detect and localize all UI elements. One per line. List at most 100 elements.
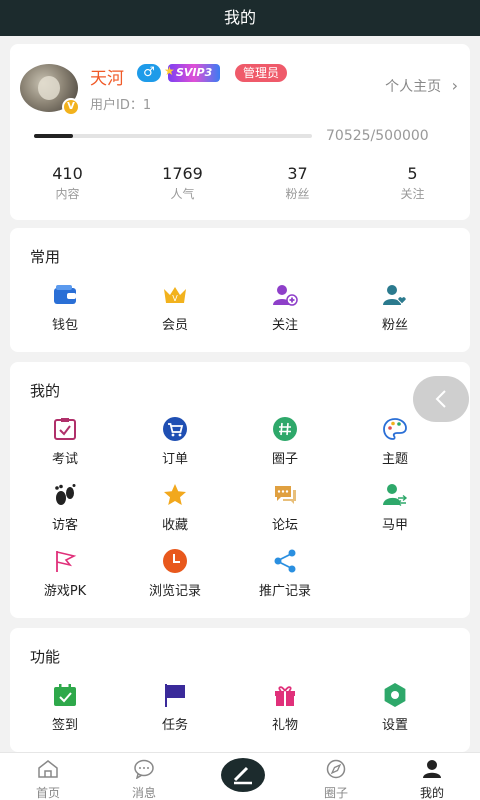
verified-badge: V	[62, 98, 80, 116]
grid-item-label: 关注	[271, 318, 298, 333]
compass-icon	[326, 759, 346, 779]
stat-popularity[interactable]: 1769 人气	[125, 164, 240, 202]
grid-item-label: 游戏PK	[43, 584, 87, 599]
stat-fans[interactable]: 37 粉丝	[240, 164, 355, 202]
chevron-left-icon	[435, 390, 446, 408]
svg-text:V: V	[172, 294, 178, 303]
message-icon	[134, 759, 154, 780]
grid-item-forum[interactable]: 论坛	[230, 482, 340, 548]
exam-icon	[54, 418, 76, 440]
male-gender-icon: ♂	[137, 64, 161, 82]
level-progress-fill	[34, 134, 74, 138]
common-section: 常用 钱包 V 会员 关注 粉丝	[10, 228, 470, 352]
nav-messages[interactable]: 消息	[96, 753, 192, 800]
grid-item-label: 粉丝	[381, 318, 408, 333]
chat-icon	[275, 486, 296, 504]
grid-item-settings[interactable]: 设置	[340, 682, 450, 748]
user-id: 用户ID：1	[90, 98, 152, 113]
nav-compose[interactable]	[192, 753, 288, 800]
grid-item-label: 考试	[51, 452, 78, 467]
stat-value: 1769	[162, 164, 203, 183]
grid-item-history[interactable]: 浏览记录	[120, 548, 230, 614]
function-grid: 签到 任务 礼物 设置	[10, 682, 470, 748]
section-title: 功能	[30, 648, 61, 666]
grid-item-circle[interactable]: 圈子	[230, 416, 340, 482]
profile-card: V 天河 ♂ SVIP3 管理员 用户ID：1 个人主页 › 70525/500…	[10, 44, 470, 220]
wallet-icon	[54, 285, 76, 304]
gift-icon	[275, 686, 295, 706]
grid-item-wallet[interactable]: 钱包	[10, 282, 120, 348]
flag-icon	[56, 551, 77, 572]
stat-label: 人气	[170, 187, 195, 201]
section-title: 常用	[30, 248, 61, 266]
grid-item-label: 设置	[381, 718, 408, 733]
grid-item-exam[interactable]: 考试	[10, 416, 120, 482]
stat-content[interactable]: 410 内容	[10, 164, 125, 202]
stat-value: 37	[287, 164, 308, 183]
grid-item-label: 会员	[161, 318, 188, 333]
profile-stats: 410 内容 1769 人气 37 粉丝 5 关注	[10, 164, 470, 202]
user-heart-icon	[383, 285, 407, 305]
grid-item-checkin[interactable]: 签到	[10, 682, 120, 748]
mine-section: 我的 考试 订单 圈子 主题 访客 收藏 论坛 马甲 游戏PK 浏览记录 推广记…	[10, 362, 470, 618]
person-icon	[423, 760, 441, 778]
homepage-label: 个人主页	[385, 79, 442, 95]
palette-icon	[383, 418, 407, 440]
chevron-right-icon: ›	[451, 76, 458, 95]
grid-item-label: 收藏	[161, 518, 188, 533]
grid-item-theme[interactable]: 主题	[340, 416, 450, 482]
grid-item-game-pk[interactable]: 游戏PK	[10, 548, 120, 614]
star-icon	[164, 484, 186, 505]
grid-item-label: 圈子	[271, 452, 298, 467]
grid-item-label: 任务	[161, 718, 188, 733]
grid-item-follow[interactable]: 关注	[230, 282, 340, 348]
grid-item-label: 访客	[51, 518, 78, 533]
clock-icon	[163, 549, 187, 573]
stat-label: 关注	[400, 187, 425, 201]
nav-me[interactable]: 我的	[384, 753, 480, 800]
section-title: 我的	[30, 382, 61, 400]
grid-item-label: 钱包	[51, 318, 78, 333]
grid-item-membership[interactable]: V 会员	[120, 282, 230, 348]
grid-item-label: 马甲	[381, 518, 408, 533]
level-progress-text: 70525/500000	[326, 128, 429, 144]
stat-value: 5	[407, 164, 418, 183]
compose-icon	[233, 766, 252, 785]
nav-label: 圈子	[323, 786, 348, 800]
grid-item-label: 论坛	[271, 518, 298, 533]
user-switch-icon	[383, 484, 408, 507]
page-title: 我的	[0, 0, 480, 36]
grid-item-alt-account[interactable]: 马甲	[340, 482, 450, 548]
level-progress-bar	[34, 134, 312, 138]
nav-home[interactable]: 首页	[0, 753, 96, 800]
function-section: 功能 签到 任务 礼物 设置	[10, 628, 470, 752]
personal-homepage-link[interactable]: 个人主页 ›	[385, 76, 458, 96]
grid-item-tasks[interactable]: 任务	[120, 682, 230, 748]
username: 天河	[90, 69, 124, 89]
stat-following[interactable]: 5 关注	[355, 164, 470, 202]
share-icon	[274, 549, 296, 573]
grid-item-favorites[interactable]: 收藏	[120, 482, 230, 548]
settings-icon	[384, 683, 406, 707]
nav-label: 我的	[419, 786, 444, 800]
admin-badge: 管理员	[235, 64, 288, 82]
grid-item-orders[interactable]: 订单	[120, 416, 230, 482]
crown-icon: V	[164, 287, 186, 303]
cart-icon	[163, 417, 187, 441]
task-flag-icon	[165, 684, 185, 707]
hashtag-icon	[273, 417, 297, 441]
calendar-check-icon	[54, 684, 76, 706]
compose-button[interactable]	[218, 755, 268, 795]
nav-label: 消息	[131, 786, 156, 800]
grid-item-gifts[interactable]: 礼物	[230, 682, 340, 748]
add-user-icon	[273, 285, 298, 306]
common-grid: 钱包 V 会员 关注 粉丝	[10, 282, 470, 348]
grid-item-label: 推广记录	[258, 584, 311, 599]
grid-item-promotion[interactable]: 推广记录	[230, 548, 340, 614]
stat-value: 410	[52, 164, 83, 183]
grid-item-label: 订单	[161, 452, 188, 467]
grid-item-visitors[interactable]: 访客	[10, 482, 120, 548]
floating-back-button[interactable]	[413, 376, 469, 422]
grid-item-fans[interactable]: 粉丝	[340, 282, 450, 348]
nav-circle[interactable]: 圈子	[288, 753, 384, 800]
